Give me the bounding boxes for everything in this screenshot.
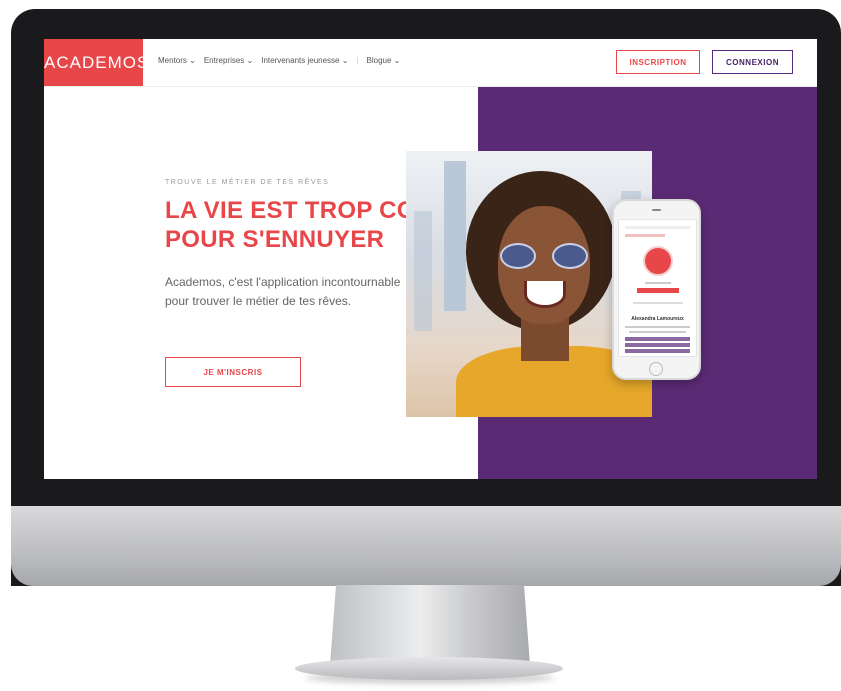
phone-text-line [625,326,690,328]
site-header: ACADEMOS Mentors ⌄ Entreprises ⌄ Interve… [44,39,817,87]
sunglasses-right-lens [552,243,588,269]
monitor-screen: ACADEMOS Mentors ⌄ Entreprises ⌄ Interve… [44,39,817,479]
site-logo[interactable]: ACADEMOS [44,39,148,86]
phone-profile-avatar [643,246,673,276]
phone-text-line [629,331,686,333]
connexion-button[interactable]: CONNEXION [712,50,793,74]
building-shape [444,161,466,311]
monitor-stand-base [295,657,563,680]
monitor-chin [11,506,841,586]
sunglasses-left-lens [500,243,536,269]
phone-tag-row [625,337,690,341]
je-minscris-button[interactable]: JE M'INSCRIS [165,357,301,387]
hero-subtitle-line-1: Academos, c'est l'application incontourn… [165,275,401,289]
phone-tag-row [625,343,690,347]
phone-tag-row [625,349,690,353]
monitor-stand-neck [330,585,530,665]
building-shape [414,211,432,331]
nav-blogue[interactable]: Blogue ⌄ [367,56,401,65]
phone-profile-button [637,288,679,293]
main-menu: Mentors ⌄ Entreprises ⌄ Intervenants jeu… [158,56,400,65]
nav-intervenants-jeunesse[interactable]: Intervenants jeunesse ⌄ [261,56,348,65]
nav-mentors[interactable]: Mentors ⌄ [158,56,196,65]
phone-camera-icon [652,209,661,211]
phone-screen: Alexandra Lamoureux [618,219,697,357]
hero-subtitle: Academos, c'est l'application incontourn… [165,273,435,311]
monitor-frame: ACADEMOS Mentors ⌄ Entreprises ⌄ Interve… [11,9,841,586]
nav-separator: | [356,56,359,65]
phone-status-bar [625,226,690,229]
phone-profile-line [633,302,683,304]
hero-eyebrow: TROUVE LE MÉTIER DE TES RÊVES [165,179,330,186]
nav-entreprises[interactable]: Entreprises ⌄ [204,56,253,65]
phone-profile-name: Alexandra Lamoureux [631,316,684,322]
inscription-button[interactable]: INSCRIPTION [616,50,700,74]
phone-tab-bar [625,234,665,237]
phone-mockup: Alexandra Lamoureux [612,199,701,380]
person-mouth [524,281,566,308]
phone-profile-meta [645,282,671,284]
phone-home-button [649,362,663,376]
hero-subtitle-line-2: pour trouver le métier de tes rêves. [165,294,352,308]
